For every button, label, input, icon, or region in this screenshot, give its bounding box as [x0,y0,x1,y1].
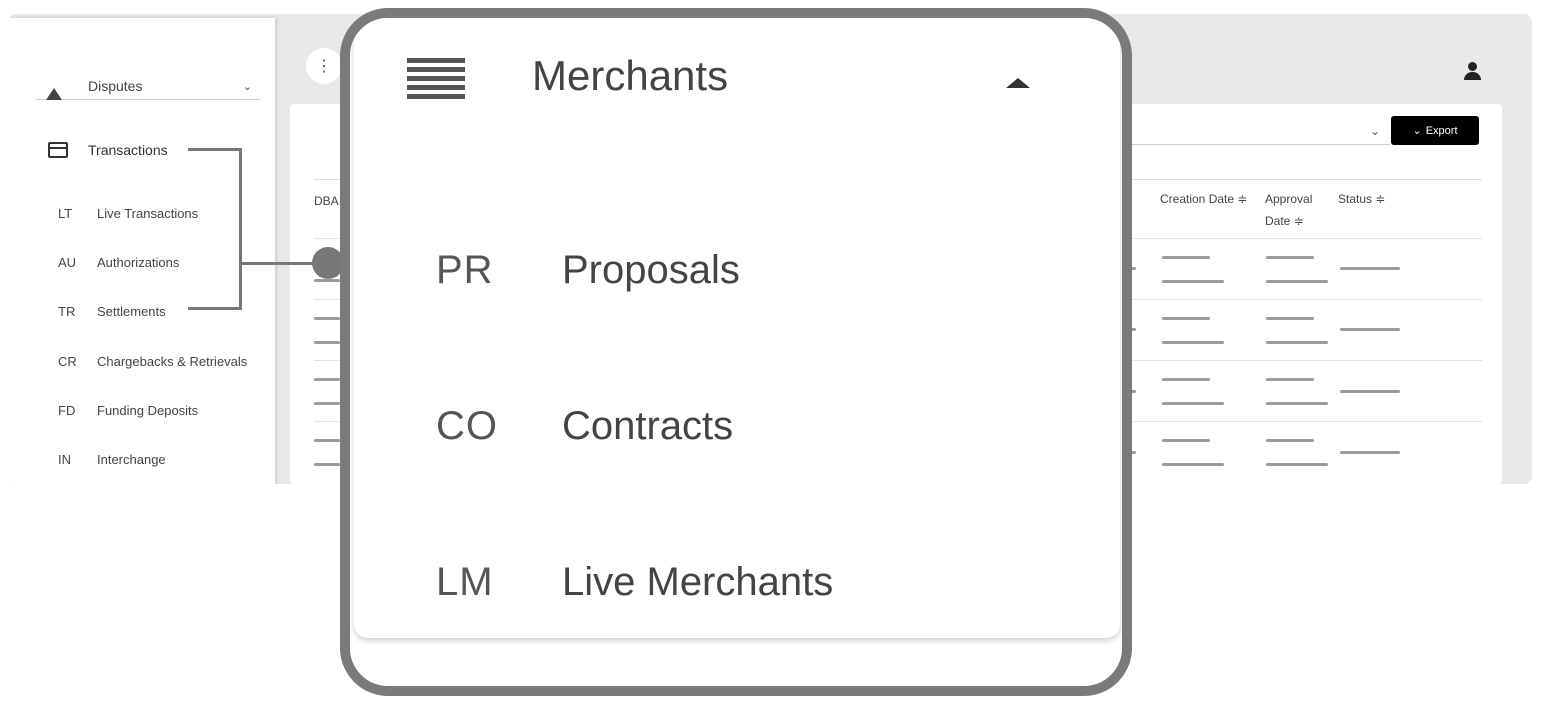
placeholder-bar [1266,463,1328,466]
filter-field[interactable] [1120,144,1390,145]
sidebar-item-funding-deposits[interactable]: FD Funding Deposits [8,395,275,425]
zoom-callout: Merchants PR Proposals CO Contracts LM L… [340,8,1132,696]
column-header-creation-date[interactable]: Creation Date ≑ [1160,188,1247,210]
placeholder-bar [1162,341,1224,344]
menu-item-proposals[interactable]: PR Proposals [354,238,1120,308]
column-header-dba[interactable]: DBA [314,190,339,212]
sidebar-item-label: Authorizations [97,255,180,270]
column-header-line: Date ≑ [1265,214,1304,228]
kebab-menu-icon[interactable]: ⋮ [306,48,342,84]
placeholder-bar [1162,280,1224,283]
sidebar-item-abbr: LT [58,206,73,221]
column-header-status[interactable]: Status ≑ [1338,188,1385,210]
placeholder-bar [1162,317,1210,320]
placeholder-bar [1266,280,1328,283]
sidebar-item-label: Funding Deposits [97,403,199,418]
placeholder-bar [1266,341,1328,344]
sidebar-item-label: Disputes [88,78,143,94]
caret-up-icon[interactable] [1006,78,1030,88]
placeholder-bar [314,463,340,466]
sidebar-item-chargebacks[interactable]: CR Chargebacks & Retrievals [8,346,275,376]
credit-card-icon [48,142,68,158]
chevron-down-icon[interactable]: ⌄ [1370,124,1380,138]
placeholder-bar [1162,256,1210,259]
placeholder-bar [314,402,340,405]
user-icon-body [1464,72,1481,80]
export-button[interactable]: ⌄ Export [1391,116,1479,145]
sidebar-item-label: Settlements [97,304,166,319]
chevron-down-icon: ⌄ [1412,125,1422,137]
sidebar-item-abbr: IN [58,452,71,467]
placeholder-bar [314,317,340,320]
menu-item-abbr: CO [436,404,498,448]
sidebar-item-label: Live Transactions [97,206,199,221]
menu-item-contracts[interactable]: CO Contracts [354,394,1120,464]
main-toolbar: ⋮ [306,48,342,84]
sidebar-item-abbr: AU [58,255,77,270]
menu-item-live-merchants[interactable]: LM Live Merchants [354,550,1120,620]
placeholder-bar [1266,439,1314,442]
placeholder-bar [314,341,340,344]
placeholder-bar [1266,256,1314,259]
placeholder-bar [1162,378,1210,381]
export-label: Export [1425,124,1458,137]
sidebar-item-disputes[interactable]: Disputes ⌄ [36,78,260,100]
placeholder-bar [1162,463,1224,466]
menu-title[interactable]: Merchants [532,52,728,100]
sidebar-item-abbr: FD [58,403,76,418]
chevron-down-icon: ⌄ [242,81,252,93]
menu-item-label: Contracts [562,404,734,448]
placeholder-bar [1266,402,1328,405]
sidebar-item-label: Chargebacks & Retrievals [97,354,248,369]
column-header-line: Approval [1265,192,1313,206]
user-icon[interactable] [1458,58,1486,86]
menu-item-abbr: LM [436,560,494,604]
placeholder-bar [1340,328,1400,331]
placeholder-bar [1266,317,1314,320]
placeholder-bar [1162,439,1210,442]
placeholder-bar [1340,451,1400,454]
user-icon-head [1468,62,1477,71]
group-bracket [188,148,242,310]
placeholder-bar [314,279,340,282]
placeholder-bar [314,439,340,442]
menu-item-label: Proposals [562,248,740,292]
sidebar-item-label: Interchange [97,452,166,467]
sidebar-item-abbr: TR [58,304,76,319]
placeholder-bar [1340,390,1400,393]
column-header-approval-date[interactable]: Approval Date ≑ [1265,188,1312,232]
sidebar-item-interchange[interactable]: IN Interchange [8,444,275,474]
placeholder-bar [314,378,340,381]
placeholder-bar [1162,402,1224,405]
menu-item-abbr: PR [436,248,494,292]
placeholder-bar [1340,267,1400,270]
sidebar-item-abbr: CR [58,354,77,369]
menu-item-label: Live Merchants [562,560,834,604]
warning-icon [46,88,62,100]
placeholder-bar [1266,378,1314,381]
hamburger-icon[interactable] [407,58,465,106]
sidebar-item-label: Transactions [88,142,168,158]
merchants-menu: Merchants PR Proposals CO Contracts LM L… [354,18,1120,638]
